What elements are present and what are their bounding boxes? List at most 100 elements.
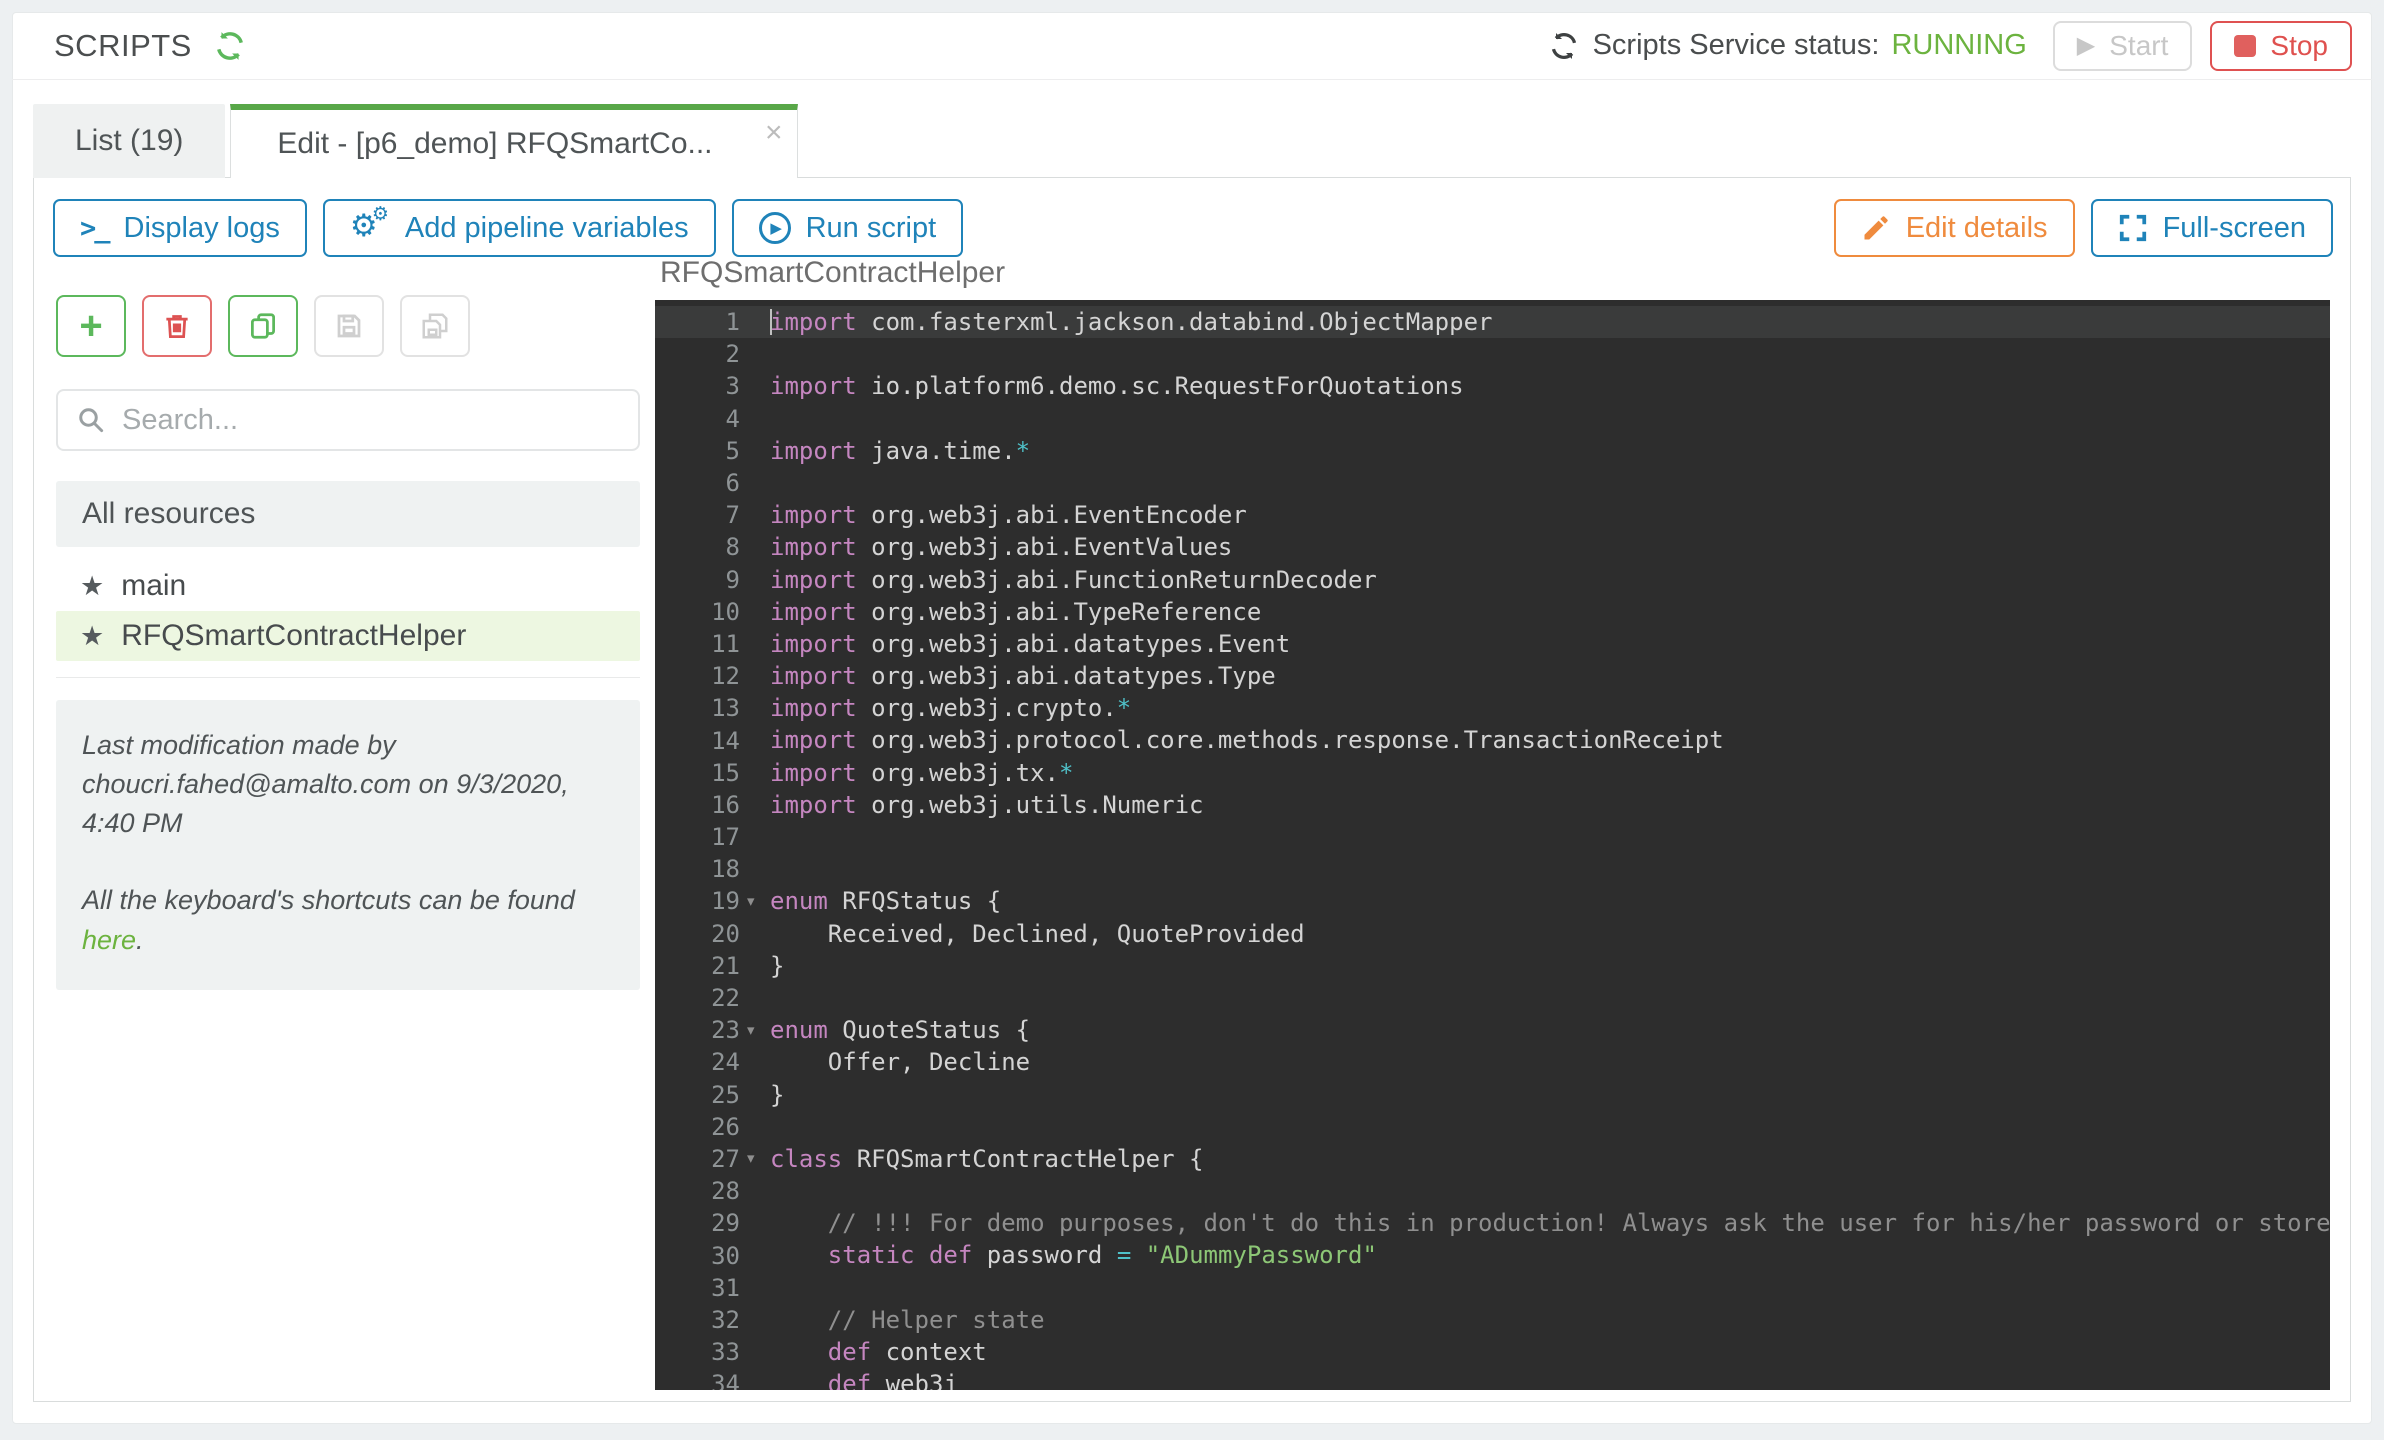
- tab-edit[interactable]: Edit - [p6_demo] RFQSmartCo... ×: [230, 104, 797, 178]
- code-line[interactable]: 20 Received, Declined, QuoteProvided: [655, 918, 2330, 950]
- code-line[interactable]: 9import org.web3j.abi.FunctionReturnDeco…: [655, 564, 2330, 596]
- full-screen-button[interactable]: Full-screen: [2091, 199, 2333, 257]
- code-line[interactable]: 8import org.web3j.abi.EventValues: [655, 531, 2330, 563]
- app-header: SCRIPTS Scripts Service status: RUNNING …: [12, 12, 2372, 80]
- save-all-resources-button[interactable]: [400, 295, 470, 357]
- code-line[interactable]: 22: [655, 982, 2330, 1014]
- code-line[interactable]: 3import io.platform6.demo.sc.RequestForQ…: [655, 370, 2330, 402]
- resources-sidebar: +: [56, 295, 640, 990]
- code-line[interactable]: 4: [655, 403, 2330, 435]
- line-number: 31: [655, 1274, 740, 1302]
- code-line[interactable]: 10import org.web3j.abi.TypeReference: [655, 596, 2330, 628]
- code-line[interactable]: 12import org.web3j.abi.datatypes.Type: [655, 660, 2330, 692]
- code-text: enum RFQStatus {: [770, 885, 1001, 917]
- code-line[interactable]: 18: [655, 853, 2330, 885]
- line-number: 30: [655, 1242, 740, 1270]
- copy-icon: [248, 311, 278, 341]
- line-number: 28: [655, 1177, 740, 1205]
- sidebar-divider: [56, 677, 640, 678]
- code-line[interactable]: 19▾enum RFQStatus {: [655, 885, 2330, 917]
- save-all-icon: [420, 311, 450, 341]
- service-status-label: Scripts Service status:: [1593, 29, 1880, 62]
- text-cursor: [770, 309, 772, 335]
- code-line[interactable]: 13import org.web3j.crypto.*: [655, 692, 2330, 724]
- code-text: import org.web3j.protocol.core.methods.r…: [770, 724, 1724, 756]
- code-line[interactable]: 33 def context: [655, 1336, 2330, 1368]
- code-line[interactable]: 25}: [655, 1079, 2330, 1111]
- refresh-scripts-icon[interactable]: [214, 30, 246, 62]
- search-icon: [76, 405, 106, 435]
- line-number: 18: [655, 855, 740, 883]
- display-logs-button[interactable]: >_ Display logs: [53, 199, 307, 257]
- line-number: 17: [655, 823, 740, 851]
- add-resource-button[interactable]: +: [56, 295, 126, 357]
- fold-caret-icon[interactable]: ▾: [740, 894, 770, 909]
- code-text: import org.web3j.abi.EventEncoder: [770, 499, 1247, 531]
- script-name-title: RFQSmartContractHelper: [660, 256, 1005, 290]
- code-text: import com.fasterxml.jackson.databind.Ob…: [770, 306, 1492, 338]
- tab-list[interactable]: List (19): [33, 104, 225, 178]
- code-line[interactable]: 1import com.fasterxml.jackson.databind.O…: [655, 306, 2330, 338]
- code-line[interactable]: 24 Offer, Decline: [655, 1046, 2330, 1078]
- code-editor[interactable]: 1import com.fasterxml.jackson.databind.O…: [655, 300, 2330, 1390]
- code-text: Received, Declined, QuoteProvided: [770, 918, 1305, 950]
- toolbar-right-group: Edit details Full-screen: [1834, 199, 2333, 257]
- code-line[interactable]: 30 static def password = "ADummyPassword…: [655, 1239, 2330, 1271]
- play-circle-icon: ▶: [759, 212, 791, 244]
- code-line[interactable]: 26: [655, 1111, 2330, 1143]
- code-line[interactable]: 29 // !!! For demo purposes, don't do th…: [655, 1207, 2330, 1239]
- add-pipeline-variables-label: Add pipeline variables: [405, 212, 689, 245]
- resource-search: [56, 389, 640, 451]
- code-line[interactable]: 34 def web3j: [655, 1368, 2330, 1390]
- code-line[interactable]: 17: [655, 821, 2330, 853]
- search-input[interactable]: [56, 389, 640, 451]
- scripts-page: SCRIPTS Scripts Service status: RUNNING …: [0, 0, 2384, 1440]
- code-line[interactable]: 11import org.web3j.abi.datatypes.Event: [655, 628, 2330, 660]
- code-line[interactable]: 14import org.web3j.protocol.core.methods…: [655, 724, 2330, 756]
- code-line[interactable]: 6: [655, 467, 2330, 499]
- close-tab-icon[interactable]: ×: [765, 118, 783, 148]
- code-text: import org.web3j.tx.*: [770, 757, 1073, 789]
- code-line[interactable]: 5import java.time.*: [655, 435, 2330, 467]
- code-line[interactable]: 15 import org.web3j.tx.*: [655, 757, 2330, 789]
- code-line[interactable]: 32 // Helper state: [655, 1304, 2330, 1336]
- run-script-button[interactable]: ▶ Run script: [732, 199, 964, 257]
- editor-toolbar: >_ Display logs ⚙⚙ Add pipeline variable…: [53, 199, 2333, 257]
- code-line[interactable]: 2: [655, 338, 2330, 370]
- code-line[interactable]: 16import org.web3j.utils.Numeric: [655, 789, 2330, 821]
- stop-label: Stop: [2270, 30, 2328, 62]
- start-service-button[interactable]: ▶ Start: [2053, 21, 2193, 71]
- line-number: 12: [655, 662, 740, 690]
- resource-row[interactable]: ★RFQSmartContractHelper: [56, 611, 640, 661]
- save-resource-button[interactable]: [314, 295, 384, 357]
- line-number: 10: [655, 598, 740, 626]
- code-line[interactable]: 28: [655, 1175, 2330, 1207]
- line-number: 26: [655, 1113, 740, 1141]
- code-line[interactable]: 21}: [655, 950, 2330, 982]
- refresh-status-icon[interactable]: [1549, 31, 1579, 61]
- code-line[interactable]: 27▾class RFQSmartContractHelper {: [655, 1143, 2330, 1175]
- fold-caret-icon[interactable]: ▾: [740, 1023, 770, 1038]
- edit-details-button[interactable]: Edit details: [1834, 199, 2075, 257]
- shortcuts-text-prefix: All the keyboard's shortcuts can be foun…: [82, 885, 575, 915]
- stop-icon: [2234, 35, 2256, 57]
- code-line[interactable]: 31: [655, 1272, 2330, 1304]
- line-number: 11: [655, 630, 740, 658]
- groovy-star-icon: ★: [80, 623, 104, 650]
- line-number: 27: [655, 1145, 740, 1173]
- code-line[interactable]: 7 import org.web3j.abi.EventEncoder: [655, 499, 2330, 531]
- shortcuts-here-link[interactable]: here: [82, 925, 136, 955]
- resource-row[interactable]: ★main: [56, 561, 640, 611]
- copy-resource-button[interactable]: [228, 295, 298, 357]
- stop-service-button[interactable]: Stop: [2210, 21, 2352, 71]
- line-number: 19: [655, 887, 740, 915]
- delete-resource-button[interactable]: [142, 295, 212, 357]
- fold-caret-icon[interactable]: ▾: [740, 1151, 770, 1166]
- groovy-star-icon: ★: [80, 573, 104, 600]
- add-pipeline-variables-button[interactable]: ⚙⚙ Add pipeline variables: [323, 199, 716, 257]
- code-text: import org.web3j.utils.Numeric: [770, 789, 1203, 821]
- line-number: 21: [655, 952, 740, 980]
- code-line[interactable]: 23▾enum QuoteStatus {: [655, 1014, 2330, 1046]
- line-number: 15: [655, 759, 740, 787]
- line-number: 7: [655, 501, 740, 529]
